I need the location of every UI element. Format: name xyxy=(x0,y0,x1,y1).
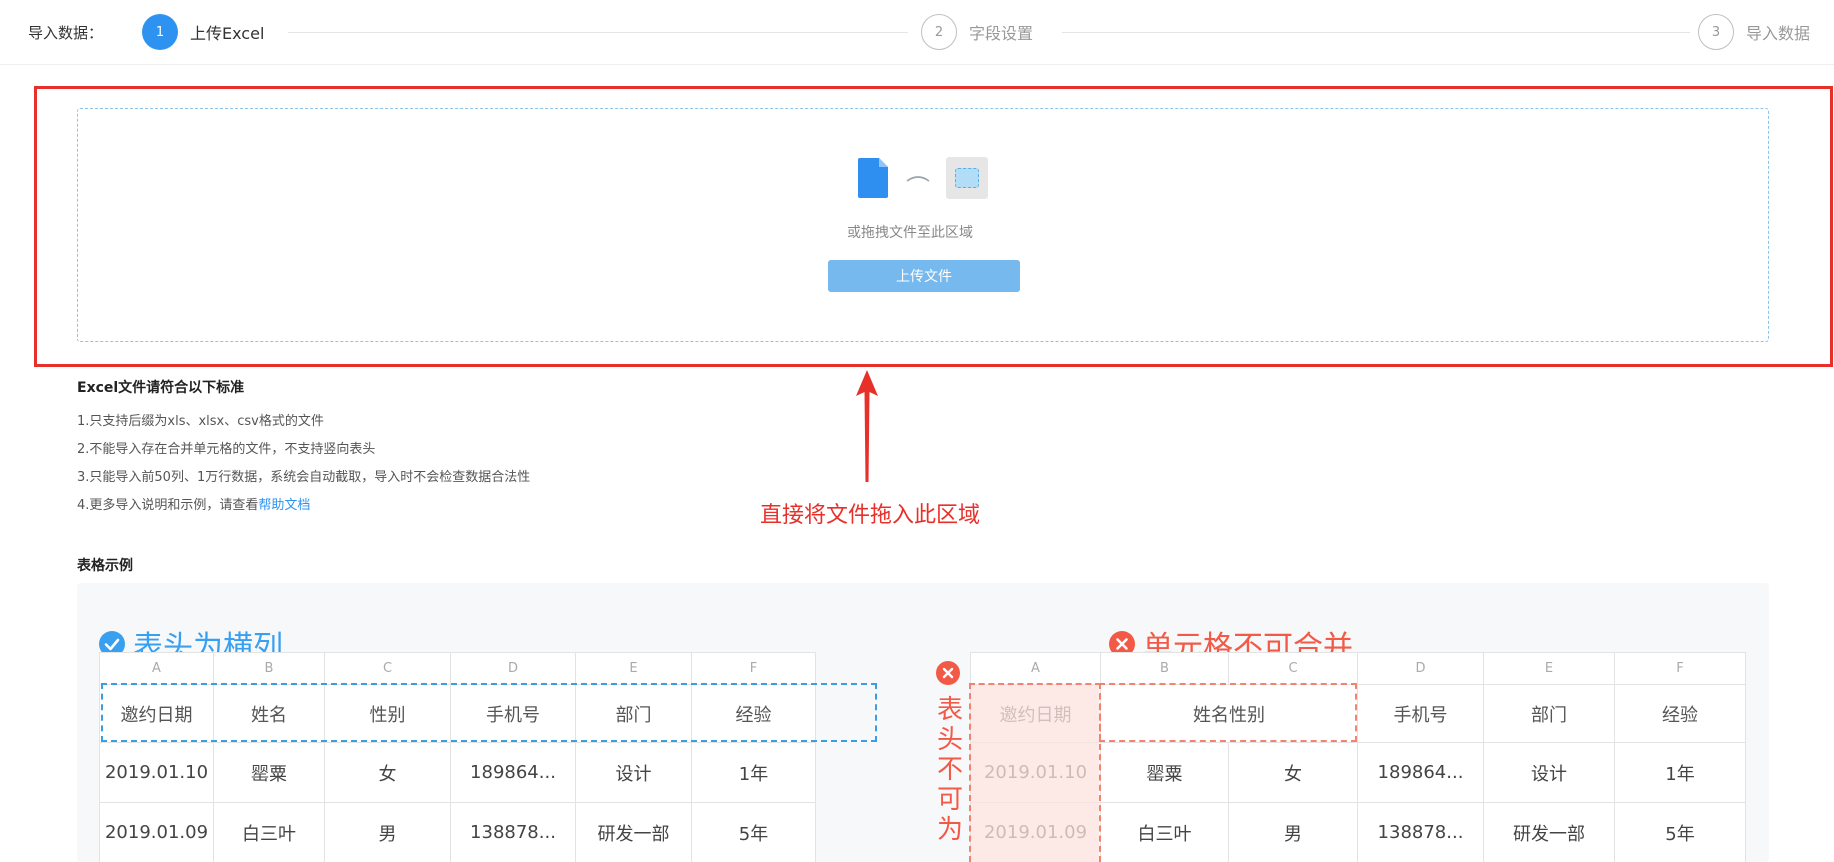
table-row: 2019.01.10 罂粟 女 189864... 设计 1年 xyxy=(99,742,816,803)
drag-hint-text: 或拖拽文件至此区域 xyxy=(847,225,973,241)
file-icon xyxy=(858,158,888,198)
rule-4-prefix: 4.更多导入说明和示例，请查看 xyxy=(77,498,259,513)
vertical-header-dash xyxy=(969,683,1101,862)
example-title: 表格示例 xyxy=(77,558,133,574)
standards-title: Excel文件请符合以下标准 xyxy=(77,380,245,396)
rule-4: 4.更多导入说明和示例，请查看帮助文档 xyxy=(77,494,310,513)
header-divider xyxy=(0,64,1834,65)
help-doc-link[interactable]: 帮助文档 xyxy=(258,498,310,513)
step-import-data[interactable]: 3 导入数据 xyxy=(1698,14,1810,50)
upload-file-button[interactable]: 上传文件 xyxy=(828,260,1020,292)
annotation-arrow-icon xyxy=(856,370,878,482)
step-connector-1 xyxy=(288,32,908,33)
step-1-label: 上传Excel xyxy=(190,24,265,43)
step-3-circle: 3 xyxy=(1698,14,1734,50)
step-upload-excel[interactable]: 1 上传Excel xyxy=(142,14,264,50)
rule-2: 2.不能导入存在合并单元格的文件，不支持竖向表头 xyxy=(77,442,376,457)
step-2-label: 字段设置 xyxy=(969,24,1034,43)
rule-1: 1.只支持后缀为xls、xlsx、csv格式的文件 xyxy=(77,414,324,429)
step-3-label: 导入数据 xyxy=(1746,24,1811,43)
header-row-highlight xyxy=(101,683,877,742)
import-label: 导入数据： xyxy=(28,24,104,42)
side-error-icon xyxy=(936,661,960,685)
arrow-icon xyxy=(906,176,930,182)
merged-cell-dash xyxy=(1099,683,1357,742)
column-letters-row: A B C D E F xyxy=(99,652,816,685)
vertical-header-warning: 表头不可为 xyxy=(937,695,964,845)
step-connector-2 xyxy=(1062,32,1690,33)
column-letters-row: A B C D E F xyxy=(970,652,1746,685)
annotation-text: 直接将文件拖入此区域 xyxy=(760,503,981,528)
drop-target-icon xyxy=(946,157,988,199)
step-1-circle: 1 xyxy=(142,14,178,50)
rule-3: 3.只能导入前50列、1万行数据，系统会自动截取，导入时不会检查数据合法性 xyxy=(77,470,531,485)
step-field-settings[interactable]: 2 字段设置 xyxy=(921,14,1033,50)
step-2-circle: 2 xyxy=(921,14,957,50)
table-row: 2019.01.09 白三叶 男 138878... 研发一部 5年 xyxy=(99,802,816,862)
